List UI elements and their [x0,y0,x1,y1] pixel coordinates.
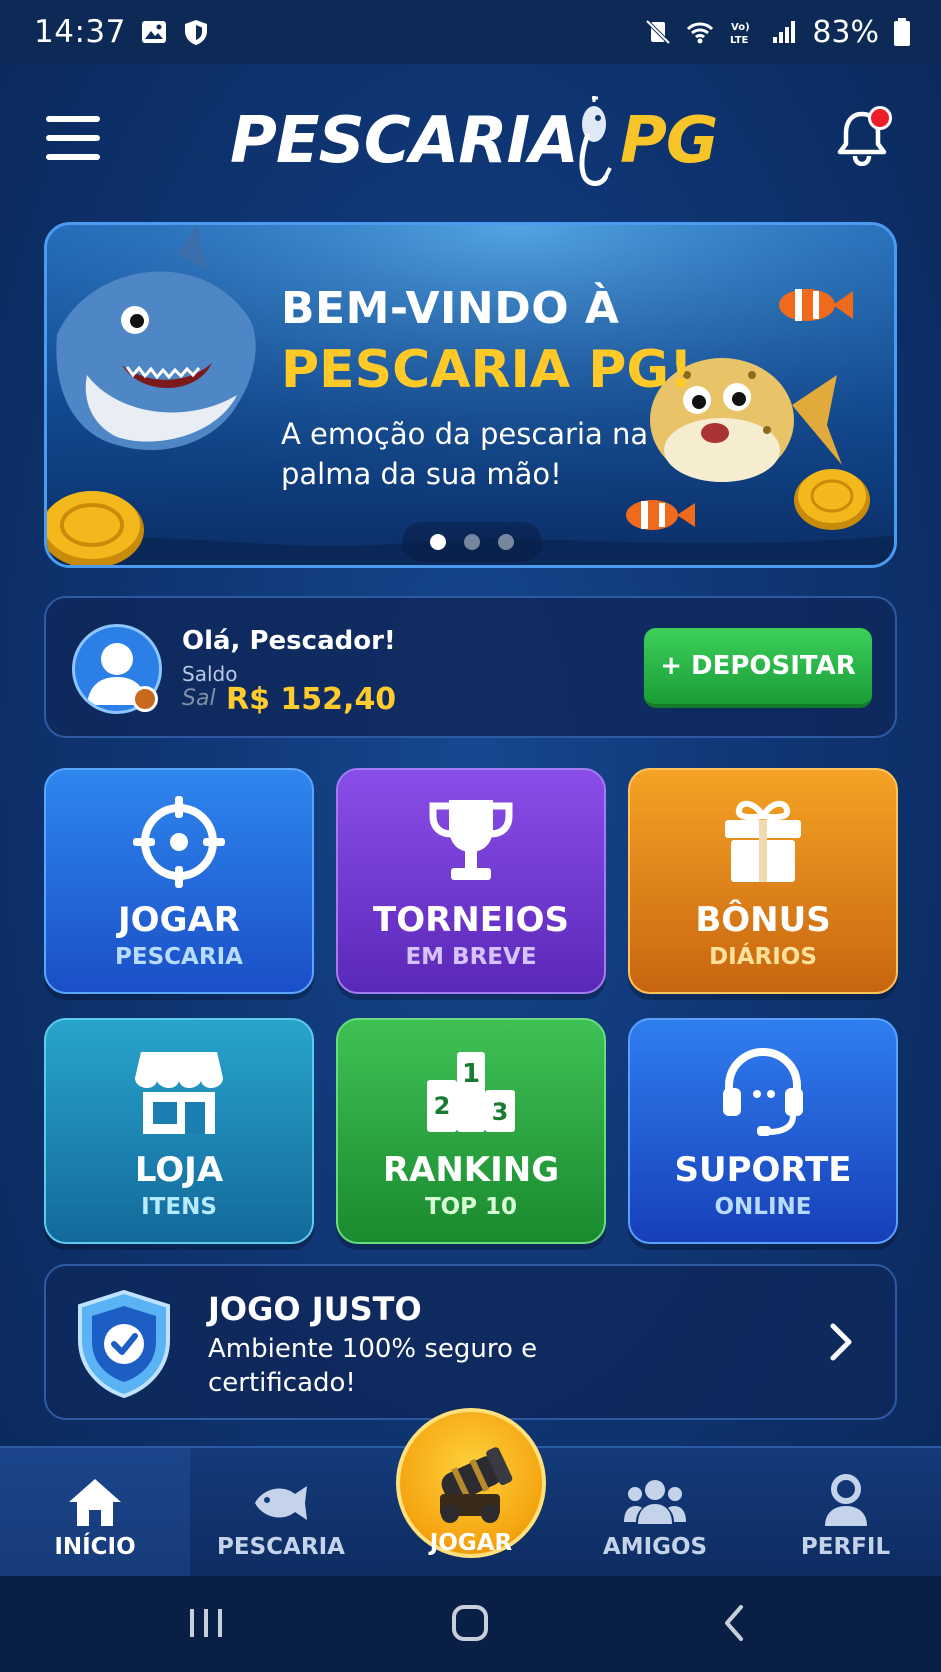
fish-icon [255,1486,307,1520]
banner-heading: BEM-VINDO À [281,283,620,334]
home-circle-icon [452,1605,488,1641]
fair-play-card[interactable]: JOGO JUSTO Ambiente 100% seguro e certif… [44,1264,897,1420]
clock: 14:37 [34,14,126,50]
banner-text: BEM-VINDO À PESCARIA PG! A emoção da pes… [281,283,693,494]
volte-icon: Vo) LTE [730,22,750,46]
tile-title: RANKING [382,1150,560,1190]
tile-subtitle: ITENS [141,1194,217,1220]
mute-icon [645,19,671,45]
play-label[interactable]: JOGAR [396,1530,546,1556]
balance-value: R$ 152,40 [226,682,397,717]
tile-tournaments[interactable]: TORNEIOS EM BREVE [336,768,606,994]
user-balance-card: Olá, Pescador! Saldo Sal R$ 152,40 + DEP… [44,596,897,738]
recent-apps-button[interactable] [176,1598,236,1648]
tile-subtitle: TOP 10 [424,1194,518,1220]
crosshair-icon [133,796,225,888]
fair-play-title: JOGO JUSTO [208,1290,422,1328]
profile-icon [824,1474,867,1526]
nav-label: AMIGOS [602,1534,708,1560]
tile-title: LOJA [134,1150,224,1190]
banner-subtitle: A emoção da pescaria na palma da sua mão… [281,417,649,491]
chevron-right-icon [830,1323,852,1361]
friends-icon [624,1480,686,1524]
carousel-dot[interactable] [464,534,480,550]
tile-subtitle: EM BREVE [405,944,537,970]
svg-text:LTE: LTE [730,35,749,46]
notification-button[interactable] [836,106,892,168]
nav-home[interactable]: INÍCIO [0,1448,190,1578]
logo-text-accent: PG [620,104,718,178]
gallery-icon [141,21,166,43]
svg-text:Vo): Vo) [731,22,750,33]
gift-icon [725,800,801,882]
tile-title: TORNEIOS [373,900,569,940]
tile-play-fishing[interactable]: JOGAR PESCARIA [44,768,314,994]
wifi-icon [687,22,714,44]
carousel-dot[interactable] [430,534,446,550]
tile-subtitle: DIÁRIOS [709,944,817,970]
carousel-indicator [402,522,542,562]
balance-ghost-text: Sal [182,686,216,711]
nav-label: PESCARIA [217,1534,345,1560]
shield-check-icon [78,1289,170,1399]
tile-title: BÔNUS [695,900,831,940]
tile-ranking[interactable]: 1 2 3 RANKING TOP 10 [336,1018,606,1244]
carousel-dot[interactable] [498,534,514,550]
tile-title: JOGAR [118,900,240,940]
status-bar-right: Vo) LTE 83% [644,15,911,50]
app-header: PESCARIA PG [0,64,941,214]
svg-text:3: 3 [492,1098,509,1126]
tile-support[interactable]: SUPORTE ONLINE [628,1018,898,1244]
welcome-banner[interactable]: BEM-VINDO À PESCARIA PG! A emoção da pes… [44,222,897,568]
hamburger-menu-icon[interactable] [46,116,100,160]
tile-subtitle: PESCARIA [115,944,243,970]
svg-text:1: 1 [462,1059,480,1089]
nav-friends[interactable]: AMIGOS [560,1448,750,1578]
app-logo: PESCARIA PG [230,94,720,194]
recent-apps-icon [190,1609,222,1637]
shield-icon [184,20,207,45]
logo-text-primary: PESCARIA [230,104,579,178]
notification-badge [868,106,892,130]
back-button[interactable] [704,1598,764,1648]
battery-percent: 83% [812,14,879,50]
system-navigation-bar [0,1576,941,1672]
deposit-button[interactable]: + DEPOSITAR [644,628,872,708]
nav-label: INÍCIO [54,1534,136,1560]
battery-icon [894,18,910,46]
fair-play-description: Ambiente 100% seguro e certificado! [208,1334,538,1398]
tile-store[interactable]: LOJA ITENS [44,1018,314,1244]
avatar-badge [132,686,158,712]
status-bar-left: 14:37 [34,14,210,50]
tile-title: SUPORTE [674,1150,852,1190]
store-icon [135,1052,223,1134]
nav-fishing[interactable]: PESCARIA [190,1448,372,1578]
trophy-icon [429,800,513,880]
status-bar: 14:37 Vo) LTE 83% [0,0,941,64]
banner-title: PESCARIA PG! [281,340,693,400]
greeting-text: Olá, Pescador! [182,626,396,656]
podium-icon: 1 2 3 [427,1052,515,1132]
nav-profile[interactable]: PERFIL [750,1448,941,1578]
tile-daily-bonus[interactable]: BÔNUS DIÁRIOS [628,768,898,994]
svg-text:2: 2 [434,1092,451,1120]
headset-icon [723,1047,803,1136]
fishhook-icon [579,96,612,186]
nav-label: PERFIL [800,1534,891,1560]
signal-icon [773,21,796,43]
back-chevron-icon [725,1605,743,1641]
cannon-icon [440,1447,513,1523]
tile-subtitle: ONLINE [714,1194,812,1220]
home-icon [69,1479,121,1526]
home-system-button[interactable] [440,1598,500,1648]
